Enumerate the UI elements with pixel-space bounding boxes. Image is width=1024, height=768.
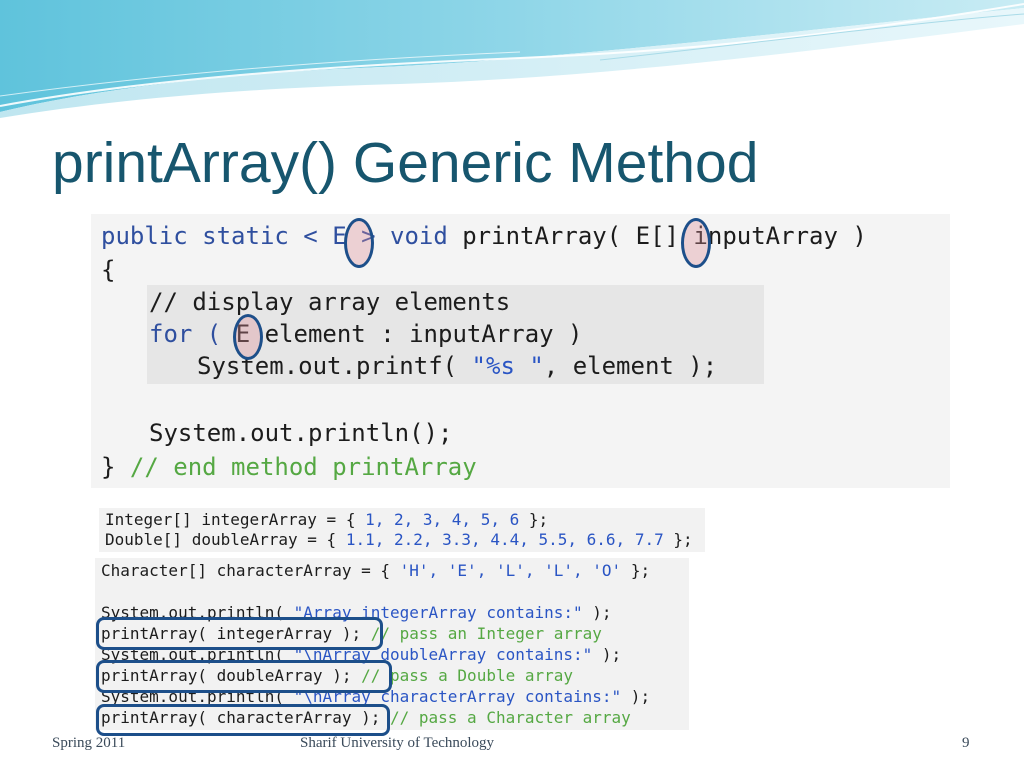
header-wave-decoration [0,0,1024,118]
double-array-line: Double[] doubleArray = { 1.1, 2.2, 3.3, … [105,530,693,549]
footer-institution: Sharif University of Technology [300,735,495,751]
code-line-printf: System.out.printf( "%s ", element ); [197,352,718,380]
code-line-open-brace: { [101,256,116,284]
array-declarations-snippet: Integer[] integerArray = { 1, 2, 3, 4, 5… [99,508,705,552]
page-number: 9 [962,735,970,751]
call-highlight-box [96,617,383,650]
slide-title: printArray() Generic Method [52,131,759,195]
code-line-close-brace: } // end method printArray [101,453,477,481]
footer-date: Spring 2011 [52,735,126,751]
integer-array-line: Integer[] integerArray = { 1, 2, 3, 4, 5… [105,510,549,529]
type-parameter-circle [681,218,711,268]
call-highlight-box [96,704,390,736]
code-line-for-loop: for ( E element : inputArray ) [149,320,583,348]
type-parameter-circle [344,218,374,268]
code-line-comment: // display array elements [149,288,511,316]
generic-method-code-block: public static < E > void printArray( E[]… [91,214,950,488]
code-line-println: System.out.println(); [149,419,453,447]
character-array-line: Character[] characterArray = { 'H', 'E',… [101,561,651,580]
code-line-signature: public static < E > void printArray( E[]… [101,222,867,250]
call-highlight-box [96,660,392,693]
type-parameter-circle [233,314,263,360]
